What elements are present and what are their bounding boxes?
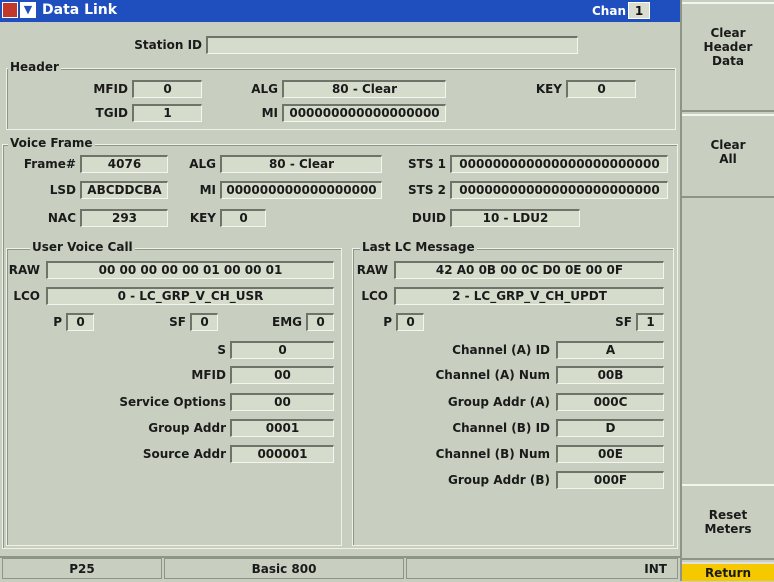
sts1-label: STS 1	[408, 157, 446, 171]
vf-key-label: KEY	[189, 211, 216, 225]
lsd-field: ABCDDCBA	[80, 181, 168, 199]
last-lc-message-title: Last LC Message	[360, 240, 477, 254]
vf-mi-label: MI	[199, 183, 216, 197]
llc-channel-b-num-field: 00E	[556, 445, 664, 463]
sts2-label: STS 2	[408, 183, 446, 197]
nac-label: NAC	[47, 211, 76, 225]
uvc-lco-field: 0 - LC_GRP_V_CH_USR	[46, 287, 334, 305]
uvc-mfid-label: MFID	[191, 368, 226, 382]
status-reference: INT	[406, 558, 678, 579]
llc-raw-field: 42 A0 0B 00 0C D0 0E 00 0F	[394, 261, 664, 279]
title-bar: ▼ Data Link Chan 1	[0, 0, 680, 22]
clear-all-button[interactable]: Clear All	[682, 114, 774, 198]
llc-channel-b-id-field: D	[556, 419, 664, 437]
uvc-s-label: S	[217, 343, 226, 357]
dropdown-arrow-icon[interactable]: ▼	[20, 2, 36, 18]
uvc-s-field: 0	[230, 341, 334, 359]
vf-alg-label: ALG	[189, 157, 216, 171]
chan-value[interactable]: 1	[628, 2, 650, 19]
uvc-source-addr-label: Source Addr	[142, 447, 226, 461]
llc-channel-a-id-label: Channel (A) ID	[452, 343, 550, 357]
uvc-group-addr-field: 0001	[230, 419, 334, 437]
llc-raw-label: RAW	[356, 263, 388, 277]
uvc-mfid-field: 00	[230, 366, 334, 384]
header-group-title: Header	[8, 60, 61, 74]
lsd-label: LSD	[49, 183, 76, 197]
llc-channel-a-id-field: A	[556, 341, 664, 359]
nac-field: 293	[80, 209, 168, 227]
llc-channel-a-num-label: Channel (A) Num	[435, 368, 551, 382]
header-mfid-field: 0	[132, 80, 202, 98]
status-mode: P25	[2, 558, 162, 579]
llc-lco-field: 2 - LC_GRP_V_CH_UPDT	[394, 287, 664, 305]
header-mi-field: 000000000000000000	[282, 104, 446, 122]
uvc-raw-label: RAW	[8, 263, 40, 277]
uvc-emg-field: 0	[306, 313, 334, 331]
uvc-emg-label: EMG	[272, 315, 302, 329]
voice-frame-title: Voice Frame	[8, 136, 95, 150]
llc-group-addr-a-label: Group Addr (A)	[447, 395, 550, 409]
header-alg-label: ALG	[251, 82, 278, 96]
llc-channel-b-num-label: Channel (B) Num	[435, 447, 550, 461]
vf-mi-field: 000000000000000000	[220, 181, 382, 199]
vf-alg-field: 80 - Clear	[220, 155, 382, 173]
uvc-service-options-field: 00	[230, 393, 334, 411]
reset-meters-button[interactable]: Reset Meters	[682, 484, 774, 560]
llc-p-label: P	[383, 315, 392, 329]
llc-group-addr-b-field: 000F	[556, 471, 664, 489]
uvc-p-field: 0	[66, 313, 94, 331]
header-mi-label: MI	[261, 106, 278, 120]
uvc-p-label: P	[53, 315, 62, 329]
app-icon[interactable]	[2, 2, 18, 18]
llc-group-addr-b-label: Group Addr (B)	[448, 473, 550, 487]
sts2-field: 000000000000000000000000	[450, 181, 668, 199]
llc-channel-b-id-label: Channel (B) ID	[452, 421, 550, 435]
uvc-sf-label: SF	[169, 315, 186, 329]
header-tgid-label: TGID	[95, 106, 128, 120]
return-button[interactable]: Return	[682, 562, 774, 581]
duid-label: DUID	[411, 211, 446, 225]
llc-p-field: 0	[396, 313, 424, 331]
status-system: Basic 800	[164, 558, 404, 579]
frame-label: Frame#	[23, 157, 76, 171]
uvc-group-addr-label: Group Addr	[148, 421, 226, 435]
chan-label: Chan	[592, 4, 626, 18]
window-title: Data Link	[42, 2, 118, 18]
header-tgid-field: 1	[132, 104, 202, 122]
header-mfid-label: MFID	[93, 82, 128, 96]
frame-field: 4076	[80, 155, 168, 173]
duid-field: 10 - LDU2	[450, 209, 580, 227]
llc-channel-a-num-field: 00B	[556, 366, 664, 384]
clear-header-data-button[interactable]: Clear Header Data	[682, 2, 774, 112]
llc-sf-field: 1	[636, 313, 664, 331]
user-voice-call-title: User Voice Call	[30, 240, 135, 254]
header-key-field: 0	[566, 80, 636, 98]
uvc-sf-field: 0	[190, 313, 218, 331]
station-id-label: Station ID	[134, 38, 202, 52]
header-key-label: KEY	[535, 82, 562, 96]
header-alg-field: 80 - Clear	[282, 80, 446, 98]
uvc-raw-field: 00 00 00 00 00 01 00 00 01	[46, 261, 334, 279]
uvc-service-options-label: Service Options	[119, 395, 226, 409]
sts1-field: 000000000000000000000000	[450, 155, 668, 173]
vf-key-field: 0	[220, 209, 266, 227]
station-id-field[interactable]	[206, 36, 578, 54]
uvc-source-addr-field: 000001	[230, 445, 334, 463]
llc-group-addr-a-field: 000C	[556, 393, 664, 411]
llc-sf-label: SF	[615, 315, 632, 329]
uvc-lco-label: LCO	[13, 289, 40, 303]
llc-lco-label: LCO	[361, 289, 388, 303]
